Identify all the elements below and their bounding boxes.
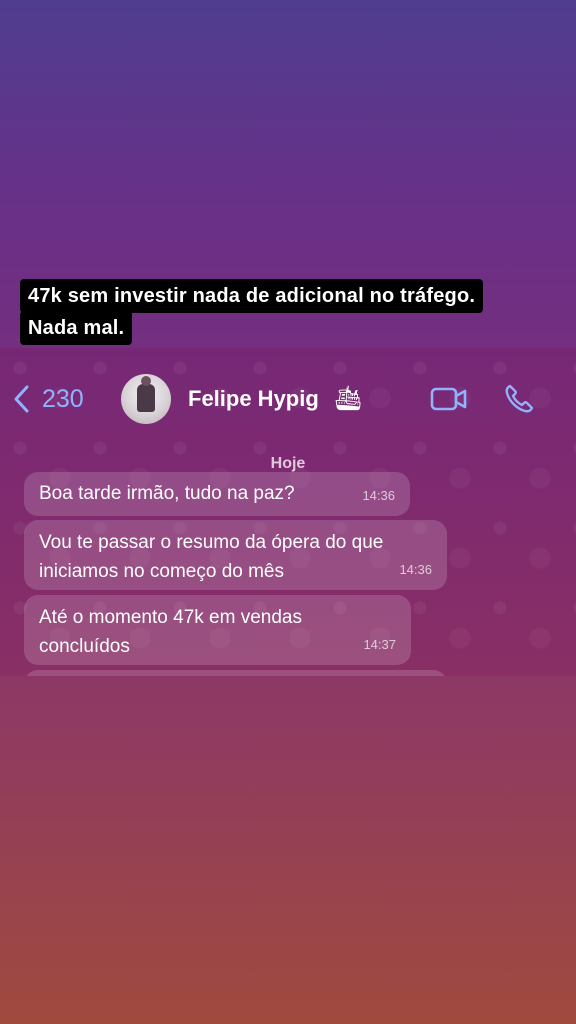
message-time: 14:36 <box>399 562 432 577</box>
avatar[interactable] <box>121 374 171 424</box>
ship-emoji: 🛳 <box>333 385 364 412</box>
caption-line-1: 47k sem investir nada de adicional no tr… <box>20 279 484 313</box>
date-separator: Hoje <box>270 455 306 472</box>
story-caption: 47k sem investir nada de adicional no tr… <box>20 279 484 345</box>
message-text: Até o momento 47k em vendas concluídos <box>39 607 302 657</box>
message-text: Boa tarde irmão, tudo na paz? <box>39 483 295 504</box>
caption-line-2: Nada mal. <box>20 311 133 345</box>
message-text: Vou te passar o resumo da ópera do que i… <box>39 532 384 582</box>
back-button[interactable]: 230 <box>12 384 84 414</box>
message-time: 14:37 <box>363 637 396 652</box>
video-call-icon[interactable] <box>430 386 468 412</box>
message-bubble[interactable]: Vou te passar o resumo da ópera do que i… <box>24 520 447 590</box>
message-bubble[interactable]: Até o momento 47k em vendas concluídos 1… <box>24 595 411 665</box>
chat-header: 230 Felipe Hypig 🛳 <box>0 348 576 448</box>
contact-name[interactable]: Felipe Hypig <box>188 386 319 412</box>
phone-icon[interactable] <box>503 383 535 415</box>
message-time: 14:36 <box>362 488 395 503</box>
message-bubble-partial[interactable] <box>24 670 447 676</box>
message-bubble[interactable]: Boa tarde irmão, tudo na paz? 14:36 <box>24 472 410 516</box>
chevron-left-icon <box>14 385 29 413</box>
unread-count: 230 <box>42 384 84 413</box>
chat-screenshot: 230 Felipe Hypig 🛳 Hoje Boa tarde irmão,… <box>0 348 576 676</box>
